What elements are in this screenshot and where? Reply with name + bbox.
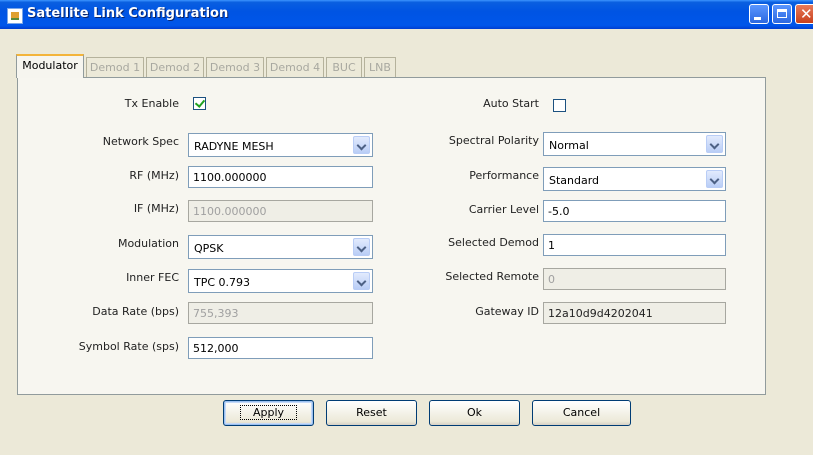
- gateway-id-label: Gateway ID: [475, 305, 539, 318]
- maximize-button[interactable]: [772, 4, 792, 24]
- selected-remote-label: Selected Remote: [445, 270, 539, 283]
- chevron-down-icon[interactable]: [353, 272, 370, 290]
- chevron-down-icon[interactable]: [706, 135, 723, 153]
- app-icon: [7, 8, 23, 24]
- inner-fec-label: Inner FEC: [126, 271, 179, 284]
- network-spec-select[interactable]: RADYNE MESH: [188, 133, 373, 157]
- symbol-rate-input[interactable]: 512,000: [188, 337, 373, 359]
- selected-remote-input: 0: [543, 268, 726, 290]
- window-title: Satellite Link Configuration: [27, 6, 229, 21]
- auto-start-checkbox[interactable]: [553, 99, 566, 112]
- carrier-level-input[interactable]: -5.0: [543, 200, 726, 222]
- tab-buc[interactable]: BUC: [326, 57, 362, 77]
- data-rate-label: Data Rate (bps): [92, 305, 179, 318]
- tab-modulator[interactable]: Modulator: [16, 54, 84, 78]
- network-spec-label: Network Spec: [102, 135, 179, 148]
- performance-value: Standard: [549, 174, 600, 187]
- title-bar[interactable]: Satellite Link Configuration ✕: [0, 0, 813, 29]
- performance-select[interactable]: Standard: [543, 167, 726, 191]
- modulation-label: Modulation: [117, 237, 179, 250]
- tab-demod-2[interactable]: Demod 2: [146, 57, 204, 77]
- apply-button-label: Apply: [239, 405, 298, 420]
- rf-input[interactable]: 1100.000000: [188, 166, 373, 188]
- tab-demod-1[interactable]: Demod 1: [86, 57, 144, 77]
- tab-demod-3[interactable]: Demod 3: [206, 57, 264, 77]
- carrier-level-label: Carrier Level: [468, 203, 539, 216]
- ok-button[interactable]: Ok: [429, 400, 520, 426]
- close-button[interactable]: ✕: [795, 4, 813, 24]
- close-icon: ✕: [800, 5, 813, 23]
- selected-demod-label: Selected Demod: [448, 236, 539, 249]
- if-input: 1100.000000: [188, 200, 373, 222]
- auto-start-label: Auto Start: [483, 97, 539, 110]
- spectral-polarity-label: Spectral Polarity: [448, 134, 539, 147]
- spectral-polarity-select[interactable]: Normal: [543, 132, 726, 156]
- chevron-down-icon[interactable]: [353, 136, 370, 154]
- cancel-button[interactable]: Cancel: [532, 400, 631, 426]
- check-icon: [194, 97, 206, 108]
- modulation-value: QPSK: [194, 242, 224, 255]
- reset-button[interactable]: Reset: [326, 400, 417, 426]
- inner-fec-value: TPC 0.793: [194, 276, 251, 289]
- tab-demod-4[interactable]: Demod 4: [266, 57, 324, 77]
- chevron-down-icon[interactable]: [353, 238, 370, 256]
- gateway-id-input: 12a10d9d4202041: [543, 302, 726, 324]
- network-spec-value: RADYNE MESH: [194, 140, 274, 153]
- data-rate-input: 755,393: [188, 302, 373, 324]
- tab-lnb[interactable]: LNB: [364, 57, 396, 77]
- tx-enable-label: Tx Enable: [124, 97, 179, 110]
- modulation-select[interactable]: QPSK: [188, 235, 373, 259]
- rf-label: RF (MHz): [129, 169, 179, 182]
- chevron-down-icon[interactable]: [706, 170, 723, 188]
- inner-fec-select[interactable]: TPC 0.793: [188, 269, 373, 293]
- tx-enable-checkbox[interactable]: [193, 97, 206, 110]
- spectral-polarity-value: Normal: [549, 139, 589, 152]
- symbol-rate-label: Symbol Rate (sps): [78, 340, 179, 353]
- minimize-button[interactable]: [749, 4, 769, 24]
- if-label: IF (MHz): [133, 202, 179, 215]
- apply-button[interactable]: Apply: [223, 400, 314, 426]
- performance-label: Performance: [469, 169, 539, 182]
- selected-demod-input[interactable]: 1: [543, 234, 726, 256]
